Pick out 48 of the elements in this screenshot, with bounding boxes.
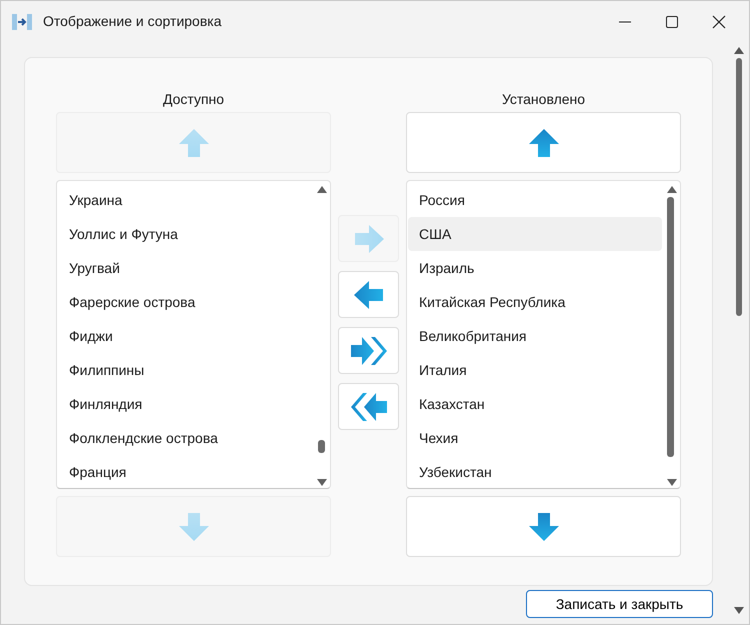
window-title: Отображение и сортировка — [43, 12, 222, 31]
list-item[interactable]: Китайская Республика — [408, 285, 662, 319]
installed-header: Установлено — [500, 90, 586, 109]
list-item[interactable]: Уоллис и Футуна — [58, 217, 312, 251]
up-arrow-icon — [528, 128, 560, 158]
list-item[interactable]: США — [408, 217, 662, 251]
scroll-up-icon[interactable] — [734, 46, 744, 54]
scroll-down-icon[interactable] — [734, 607, 744, 615]
double-left-arrow-icon — [350, 392, 388, 422]
move-all-right-button[interactable] — [338, 327, 399, 374]
scrollbar-thumb[interactable] — [318, 440, 325, 453]
list-item[interactable]: Узбекистан — [408, 455, 662, 488]
list-item[interactable]: Израиль — [408, 251, 662, 285]
list-item[interactable]: Филиппины — [58, 353, 312, 387]
list-item[interactable]: Италия — [408, 353, 662, 387]
scrollbar-thumb[interactable] — [667, 197, 674, 457]
scrollbar-thumb[interactable] — [736, 58, 742, 316]
scroll-up-icon[interactable] — [317, 185, 327, 193]
move-all-left-button[interactable] — [338, 383, 399, 430]
list-item[interactable]: Чехия — [408, 421, 662, 455]
double-right-arrow-icon — [350, 336, 388, 366]
list-item[interactable]: Уругвай — [58, 251, 312, 285]
list-item[interactable]: Казахстан — [408, 387, 662, 421]
available-header: Доступно — [162, 90, 226, 109]
list-item[interactable]: Фиджи — [58, 319, 312, 353]
list-item[interactable]: Франция — [58, 455, 312, 488]
maximize-icon — [666, 16, 678, 28]
move-up-button[interactable] — [406, 112, 681, 173]
list-item[interactable]: Украина — [58, 183, 312, 217]
list-item[interactable]: Великобритания — [408, 319, 662, 353]
down-arrow-icon — [178, 512, 210, 542]
scroll-down-icon[interactable] — [667, 479, 677, 487]
left-arrow-icon — [352, 280, 384, 310]
list-item[interactable]: Россия — [408, 183, 662, 217]
minimize-icon — [618, 20, 630, 22]
move-left-button[interactable] — [338, 271, 399, 318]
right-arrow-icon — [352, 224, 384, 254]
list-item[interactable]: Фарерские острова — [58, 285, 312, 319]
down-arrow-icon — [528, 512, 560, 542]
scroll-up-icon[interactable] — [667, 185, 677, 193]
list-item[interactable]: Фолклендские острова — [58, 421, 312, 455]
move-down-button[interactable] — [406, 496, 681, 557]
up-arrow-icon — [178, 128, 210, 158]
close-icon — [712, 14, 726, 28]
scroll-down-icon[interactable] — [317, 479, 327, 487]
app-icon — [11, 12, 33, 32]
list-item[interactable]: Финляндия — [58, 387, 312, 421]
save-and-close-button[interactable]: Записать и закрыть — [526, 590, 713, 618]
